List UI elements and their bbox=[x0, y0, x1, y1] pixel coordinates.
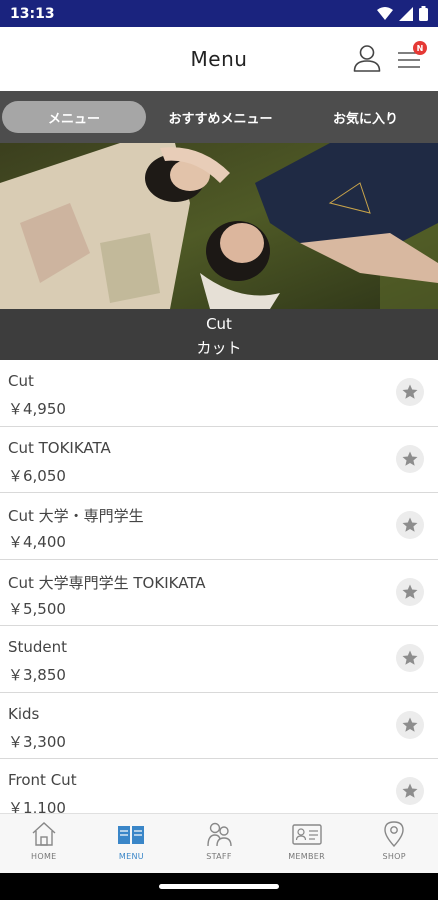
menu-item-price: ￥5,500 bbox=[8, 599, 66, 618]
menu-list: Cut ￥4,950 Cut TOKIKATA ￥6,050 Cut 大学・専門… bbox=[0, 360, 438, 813]
star-icon bbox=[402, 517, 418, 532]
staff-icon bbox=[207, 822, 232, 847]
nav-label: MENU bbox=[118, 852, 144, 861]
menu-item-price: ￥3,850 bbox=[8, 666, 66, 684]
menu-item-name: Kids bbox=[8, 704, 40, 723]
nav-label: STAFF bbox=[206, 852, 232, 861]
menu-item[interactable]: Kids ￥3,300 bbox=[0, 693, 438, 759]
favorite-button[interactable] bbox=[396, 378, 424, 406]
tab-recommended[interactable]: おすすめメニュー bbox=[148, 101, 293, 133]
book-icon bbox=[118, 826, 145, 844]
tab-label: お気に入り bbox=[332, 111, 398, 127]
favorite-button[interactable] bbox=[396, 577, 424, 606]
menu-item[interactable]: Cut 大学専門学生 TOKIKATA ￥5,500 bbox=[0, 560, 438, 626]
nav-home[interactable]: HOME bbox=[0, 814, 88, 873]
menu-item-name: Cut 大学専門学生 TOKIKATA bbox=[8, 573, 206, 592]
star-icon bbox=[402, 717, 418, 732]
menu-item[interactable]: Cut ￥4,950 bbox=[0, 360, 438, 427]
nav-label: MEMBER bbox=[288, 852, 325, 861]
favorite-button[interactable] bbox=[396, 511, 424, 539]
nav-shop[interactable]: SHOP bbox=[350, 814, 438, 873]
app-header: Menu N bbox=[0, 27, 438, 91]
menu-item-name: Student bbox=[8, 638, 68, 656]
favorite-button[interactable] bbox=[396, 777, 424, 805]
status-icons bbox=[377, 6, 428, 21]
nav-menu[interactable]: MENU bbox=[88, 814, 176, 873]
category-name-en: Cut bbox=[206, 315, 232, 333]
page-title: Menu bbox=[190, 47, 248, 71]
tab-favorites[interactable]: お気に入り bbox=[293, 101, 438, 133]
star-icon bbox=[402, 584, 418, 599]
menu-item[interactable]: Front Cut ￥1,100 bbox=[0, 759, 438, 813]
tab-label: おすすめメニュー bbox=[168, 111, 273, 127]
home-gesture-handle[interactable] bbox=[159, 884, 279, 889]
tab-menu[interactable]: メニュー bbox=[2, 101, 146, 133]
notification-badge: N bbox=[413, 41, 427, 55]
favorite-button[interactable] bbox=[396, 644, 424, 672]
star-icon bbox=[402, 384, 418, 399]
favorite-button[interactable] bbox=[396, 444, 424, 473]
menu-item-name: Front Cut bbox=[8, 771, 77, 789]
home-icon bbox=[32, 822, 56, 846]
signal-icon bbox=[399, 6, 413, 21]
menu-item-price: ￥6,050 bbox=[8, 466, 66, 485]
member-card-icon bbox=[291, 824, 322, 845]
wifi-icon bbox=[377, 6, 393, 20]
menu-item-name: Cut bbox=[8, 372, 34, 390]
menu-item[interactable]: Cut 大学・専門学生 ￥4,400 bbox=[0, 493, 438, 560]
menu-item-name: Cut 大学・専門学生 bbox=[8, 507, 144, 525]
category-name-ja: カット bbox=[196, 339, 242, 357]
category-hero-image bbox=[0, 143, 438, 309]
menu-item-price: ￥4,400 bbox=[8, 533, 66, 551]
menu-item-price: ￥3,300 bbox=[8, 732, 66, 751]
menu-item[interactable]: Cut TOKIKATA ￥6,050 bbox=[0, 427, 438, 493]
nav-staff[interactable]: STAFF bbox=[175, 814, 263, 873]
nav-member[interactable]: MEMBER bbox=[263, 814, 351, 873]
star-icon bbox=[402, 451, 418, 466]
nav-label: SHOP bbox=[382, 852, 406, 861]
map-pin-icon bbox=[384, 821, 404, 848]
menu-item-price: ￥1,100 bbox=[8, 799, 66, 813]
category-header: Cut カット bbox=[0, 309, 438, 360]
star-icon bbox=[402, 783, 418, 798]
menu-tabs: メニュー おすすめメニュー お気に入り bbox=[0, 91, 438, 143]
status-time: 13:13 bbox=[10, 5, 55, 22]
bottom-nav: HOME MENU STAFF MEMBER SHOP bbox=[0, 813, 438, 873]
favorite-button[interactable] bbox=[396, 710, 424, 739]
tab-label: メニュー bbox=[47, 111, 100, 127]
menu-item[interactable]: Student ￥3,850 bbox=[0, 626, 438, 693]
status-bar: 13:13 bbox=[0, 0, 438, 27]
menu-item-price: ￥4,950 bbox=[8, 400, 66, 418]
menu-item-name: Cut TOKIKATA bbox=[8, 438, 111, 457]
battery-icon bbox=[419, 6, 428, 21]
system-nav-bar bbox=[0, 873, 438, 900]
hamburger-menu-button[interactable]: N bbox=[396, 41, 427, 73]
star-icon bbox=[402, 650, 418, 665]
nav-label: HOME bbox=[31, 852, 57, 861]
user-icon[interactable] bbox=[352, 43, 382, 73]
